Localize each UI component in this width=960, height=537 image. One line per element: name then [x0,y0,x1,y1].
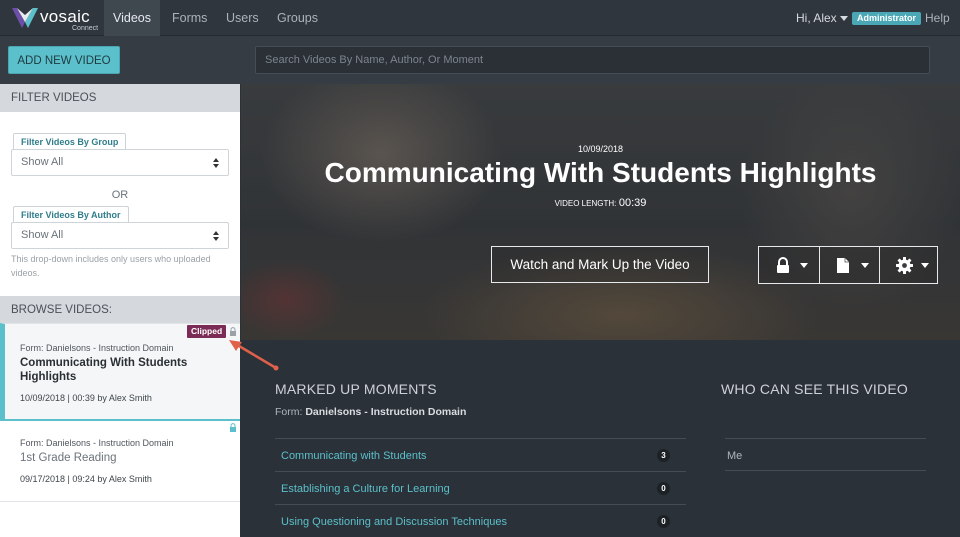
moment-row[interactable]: Establishing a Culture for Learning 0 [275,471,686,504]
moment-count-badge: 0 [657,482,670,495]
author-filter-hint: This drop-down includes only users who u… [11,254,211,278]
moments-form-prefix: Form: [275,406,303,418]
search-input[interactable] [255,46,930,74]
toolbar: ADD NEW VIDEO [0,36,960,84]
author-filter-value: Show All [21,229,64,241]
video-length-value: 00:39 [618,197,647,209]
clipped-badge: Clipped [187,325,227,338]
filter-videos-heading: FILTER VIDEOS [0,84,240,112]
tab-videos[interactable]: Videos [104,0,160,36]
video-form: Form: Danielsons - Instruction Domain [20,438,174,448]
privacy-dropdown-button[interactable] [759,247,819,283]
group-filter-value: Show All [21,156,64,168]
video-date: 10/09/2018 [577,144,624,154]
moment-label: Establishing a Culture for Learning [281,483,450,495]
document-icon [837,258,849,273]
select-arrows-icon [213,158,219,168]
help-link[interactable]: Help [925,0,950,36]
role-badge: Administrator [852,12,922,25]
annotation-arrow-icon [229,340,279,371]
or-divider: OR [111,189,129,201]
viewer-row: Me [725,438,926,471]
list-divider [0,501,240,502]
user-greeting: Hi, Alex [796,11,837,25]
moments-form: Form: Danielsons - Instruction Domain [275,406,466,418]
brand-product: Connect [72,25,99,32]
lock-icon [230,327,236,336]
chevron-down-icon [921,263,929,268]
video-meta: 10/09/2018 | 00:39 by Alex Smith [20,393,152,403]
lock-icon [777,257,789,273]
moment-row[interactable]: Using Questioning and Discussion Techniq… [275,504,686,537]
moment-count-badge: 3 [657,449,670,462]
brand-name: vosaic [40,7,90,26]
sidebar: FILTER VIDEOS Filter Videos By Group Sho… [0,84,240,537]
vosaic-logo[interactable]: vosaic Connect [10,5,100,32]
video-actions [758,246,938,284]
video-length-label: VIDEO LENGTH: [554,199,617,208]
tab-users[interactable]: Users [226,0,259,36]
video-length: VIDEO LENGTH: 00:39 [241,197,960,209]
moment-count-badge: 0 [657,515,670,528]
top-navbar: vosaic Connect Videos Forms Users Groups… [0,0,960,36]
moment-label: Using Questioning and Discussion Techniq… [281,516,508,528]
chevron-down-icon [861,263,869,268]
video-meta: 09/17/2018 | 09:24 by Alex Smith [20,474,152,484]
chevron-down-icon [800,263,808,268]
author-filter-label: Filter Videos By Author [13,206,129,223]
video-title-heading: Communicating With Students Highlights [324,157,877,188]
watch-and-mark-up-button[interactable]: Watch and Mark Up the Video [491,246,709,283]
who-can-see-heading: WHO CAN SEE THIS VIDEO [721,381,908,397]
browse-videos-heading: BROWSE VIDEOS: [0,296,240,324]
moments-form-name: Danielsons - Instruction Domain [305,406,467,418]
chevron-down-icon [839,16,848,22]
moment-label: Communicating with Students [281,450,427,462]
add-new-video-button[interactable]: ADD NEW VIDEO [8,46,120,74]
gear-icon [896,257,913,274]
document-dropdown-button[interactable] [819,247,879,283]
video-list-item[interactable]: Form: Danielsons - Instruction Domain 1s… [0,423,240,503]
select-arrows-icon [213,231,219,241]
group-filter-select[interactable]: Show All [11,149,229,176]
video-title: Communicating With Students Highlights [20,357,188,383]
marked-up-moments-heading: MARKED UP MOMENTS [275,381,437,397]
hero-overlay [241,84,960,340]
vosaic-logo-mark-icon [12,8,38,28]
author-filter-select[interactable]: Show All [11,222,229,249]
video-details-panel: MARKED UP MOMENTS Form: Danielsons - Ins… [241,340,960,537]
group-filter-label: Filter Videos By Group [13,133,127,150]
viewer-name: Me [727,450,743,462]
video-form: Form: Danielsons - Instruction Domain [20,343,174,353]
moment-row[interactable]: Communicating with Students 3 [275,438,686,471]
tab-groups[interactable]: Groups [277,0,318,36]
settings-dropdown-button[interactable] [879,247,939,283]
user-menu[interactable]: Hi, Alex [796,0,848,36]
tab-forms[interactable]: Forms [172,0,207,36]
video-hero: 10/09/2018 Communicating With Students H… [241,84,960,340]
lock-icon [230,423,236,432]
video-title: 1st Grade Reading [20,452,117,464]
